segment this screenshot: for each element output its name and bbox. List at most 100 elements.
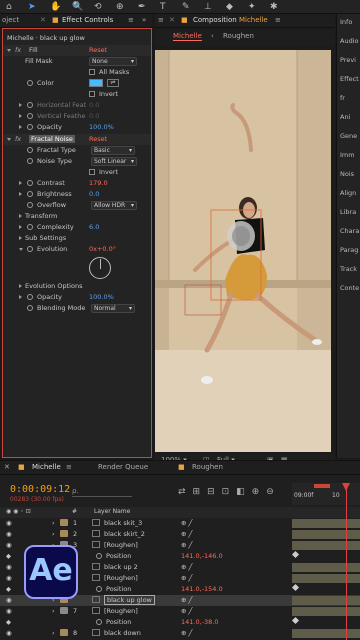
expand-icon[interactable]: [19, 225, 22, 229]
fx-icon[interactable]: fx: [15, 46, 21, 54]
fractal-type-dropdown[interactable]: Basic ▾: [91, 146, 135, 155]
evolution-value[interactable]: 0x+0.0°: [89, 245, 116, 253]
expand-icon[interactable]: [19, 295, 22, 299]
tab-roughen[interactable]: Roughen: [192, 463, 223, 471]
expand-icon[interactable]: [19, 236, 22, 240]
expand-icon[interactable]: [19, 103, 22, 107]
tab-render-queue[interactable]: Render Queue: [98, 463, 148, 471]
color-swatch[interactable]: [89, 79, 103, 87]
layer-name[interactable]: black up glow: [104, 595, 155, 605]
layer-row[interactable]: ◉ › 1 black skit_3 ⊕ ╱: [0, 518, 360, 529]
panel-item[interactable]: Conte: [340, 284, 359, 292]
opacity-value[interactable]: 100.0%: [89, 293, 114, 301]
keyframe-nav-icon[interactable]: ◆: [6, 552, 11, 560]
brightness-value[interactable]: 0.0: [89, 190, 99, 198]
label-color-swatch[interactable]: [60, 519, 68, 526]
stopwatch-icon[interactable]: [27, 124, 33, 130]
panel-item[interactable]: Track: [340, 265, 357, 273]
layer-switches[interactable]: ⊕ ╱: [181, 530, 192, 538]
eyedropper-icon[interactable]: ⇌: [107, 79, 119, 87]
panel-item[interactable]: Ani: [340, 113, 350, 121]
tab-project[interactable]: oject: [2, 16, 19, 24]
layer-duration-bar[interactable]: [292, 541, 360, 550]
visibility-eye-icon[interactable]: ◉: [6, 596, 12, 604]
crumb-michelle[interactable]: Michelle: [173, 32, 202, 41]
contrast-value[interactable]: 179.0: [89, 179, 108, 187]
menu-icon[interactable]: ≡: [275, 16, 281, 24]
property-name[interactable]: Position: [106, 618, 131, 626]
expand-icon[interactable]: [19, 125, 22, 129]
layer-name[interactable]: [Roughen]: [104, 541, 138, 549]
stopwatch-icon[interactable]: [27, 305, 33, 311]
panel-item[interactable]: Info: [340, 18, 352, 26]
expand-icon[interactable]: ›: [52, 519, 55, 527]
brush-icon[interactable]: ✎: [182, 1, 190, 13]
pen-icon[interactable]: ✒: [138, 1, 146, 13]
panel-item[interactable]: Gene: [340, 132, 357, 140]
work-area-bar[interactable]: [314, 484, 330, 488]
property-name[interactable]: Position: [106, 552, 131, 560]
panel-item[interactable]: Audio: [340, 37, 358, 45]
panel-item[interactable]: Previ: [340, 56, 356, 64]
keyframe-marker[interactable]: [291, 616, 300, 625]
stopwatch-icon[interactable]: [27, 202, 33, 208]
eraser-icon[interactable]: ◆: [226, 1, 233, 13]
expand-icon[interactable]: [7, 138, 11, 141]
expand-icon[interactable]: ›: [52, 629, 55, 637]
expand-icon[interactable]: ›: [52, 530, 55, 538]
close-icon[interactable]: ✕: [4, 463, 10, 471]
all-masks-checkbox[interactable]: [89, 69, 95, 75]
pan-behind-icon[interactable]: ⊕: [116, 1, 124, 13]
keyframe-marker[interactable]: [291, 550, 300, 559]
layer-name[interactable]: [Roughen]: [104, 607, 138, 615]
property-value[interactable]: 141.0,-154.0: [181, 585, 223, 593]
lock-icon[interactable]: ■: [52, 16, 59, 24]
panel-item[interactable]: Align: [340, 189, 356, 197]
label-color-swatch[interactable]: [60, 607, 68, 614]
property-name[interactable]: Position: [106, 585, 131, 593]
panel-item[interactable]: Chara: [340, 227, 359, 235]
layer-duration-bar[interactable]: [292, 574, 360, 583]
menu-icon[interactable]: ≡: [128, 16, 134, 24]
stopwatch-icon[interactable]: [27, 102, 33, 108]
vfeather-value[interactable]: 0.0: [89, 112, 99, 120]
timeline-switches-toolbar[interactable]: ⇄⊞⊟⊡◧⊕⊖: [178, 487, 281, 497]
property-value[interactable]: 141.0,-38.0: [181, 618, 219, 626]
menu-icon[interactable]: ≡: [66, 463, 72, 471]
close-icon[interactable]: ✕: [40, 16, 46, 24]
orbit-icon[interactable]: ⟲: [94, 1, 102, 13]
tab-composition[interactable]: Composition Michelle: [193, 16, 268, 24]
panel-item[interactable]: Imm: [340, 151, 355, 159]
noise-type-dropdown[interactable]: Soft Linear ▾: [91, 157, 137, 166]
keyframe-marker[interactable]: [291, 583, 300, 592]
layer-switches[interactable]: ⊕ ╱: [181, 563, 192, 571]
panel-item[interactable]: Nois: [340, 170, 354, 178]
evolution-options-row[interactable]: Evolution Options: [3, 281, 151, 292]
evolution-dial[interactable]: [89, 257, 111, 279]
effect-fractal-noise[interactable]: fx Fractal Noise Reset: [3, 134, 151, 145]
stopwatch-icon[interactable]: [27, 113, 33, 119]
hfeather-value[interactable]: 0.0: [89, 101, 99, 109]
crumb-roughen[interactable]: Roughen: [223, 32, 254, 40]
layer-row[interactable]: ◉ › 7 [Roughen] ⊕ ╱: [0, 606, 360, 617]
opacity-value[interactable]: 100.0%: [89, 123, 114, 131]
text-icon[interactable]: T: [160, 1, 166, 13]
layer-name[interactable]: black up 2: [104, 563, 138, 571]
stopwatch-icon[interactable]: [27, 158, 33, 164]
tab-effect-controls[interactable]: Effect Controls: [62, 16, 113, 24]
tab-michelle[interactable]: Michelle: [32, 463, 61, 471]
layer-duration-bar[interactable]: [292, 519, 360, 528]
time-ruler[interactable]: 09:00f 10: [292, 483, 360, 505]
lock-icon[interactable]: ■: [178, 463, 185, 471]
select-arrow-icon[interactable]: ➤: [28, 1, 36, 13]
layer-switches[interactable]: ⊕ ╱: [181, 629, 192, 637]
layer-switches[interactable]: ⊕ ╱: [181, 607, 192, 615]
visibility-eye-icon[interactable]: ◉: [6, 530, 12, 538]
keyframe-nav-icon[interactable]: ◆: [6, 585, 11, 593]
layer-switches[interactable]: ⊕ ╱: [181, 541, 192, 549]
visibility-eye-icon[interactable]: ◉: [6, 519, 12, 527]
layer-search-input[interactable]: ρ.: [72, 487, 132, 497]
complexity-value[interactable]: 6.0: [89, 223, 99, 231]
invert-checkbox[interactable]: [89, 169, 95, 175]
lock-icon[interactable]: ■: [181, 16, 188, 24]
